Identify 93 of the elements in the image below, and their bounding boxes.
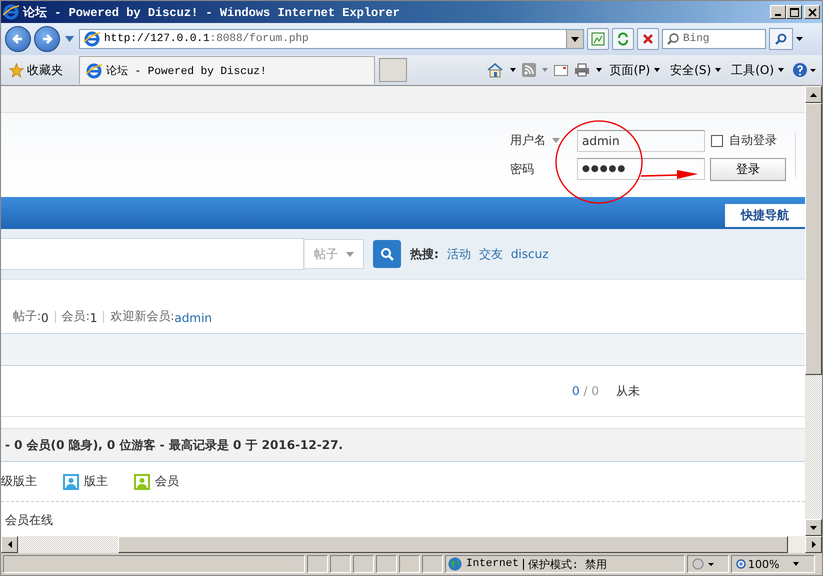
scroll-right-button[interactable]: [805, 536, 822, 553]
page-icon: [86, 62, 102, 78]
close-button[interactable]: [804, 5, 820, 19]
login-button[interactable]: 登录: [710, 158, 786, 180]
stat-text: 欢迎新会员:: [110, 308, 174, 325]
members-online-text: 会员在线: [4, 512, 54, 529]
post-count: 0 / 0: [572, 384, 600, 398]
forward-button[interactable]: [34, 26, 60, 52]
page-icon: [84, 31, 100, 47]
hot-search-link[interactable]: discuz: [510, 247, 549, 261]
address-dropdown-button[interactable]: [566, 30, 583, 48]
search-icon: [775, 33, 787, 45]
auto-login-checkbox[interactable]: 自动登录: [711, 132, 777, 149]
feed-dropdown-icon[interactable]: [542, 68, 548, 72]
caret-icon: [778, 68, 784, 72]
last-post-text: 从未: [616, 382, 640, 400]
caret-icon: [715, 68, 722, 72]
scroll-thumb[interactable]: [118, 536, 788, 553]
window-title: 论坛 - Powered by Discuz! - Windows Internet Explorer: [23, 4, 400, 20]
maximize-icon: [790, 8, 798, 16]
username-field[interactable]: admin: [577, 130, 705, 152]
menu-button[interactable]: 安全(S): [668, 62, 724, 78]
online-summary: - 0 会员(0 隐身), 0 位游客 - 最高记录是 0 于 2016-12-27.: [4, 436, 343, 454]
search-dropdown-icon[interactable]: [796, 37, 803, 41]
home-dropdown-icon[interactable]: [510, 68, 516, 72]
forum-search-field[interactable]: [1, 238, 304, 270]
stop-button[interactable]: [637, 28, 659, 50]
search-icon: [667, 33, 679, 45]
feed-icon[interactable]: [522, 63, 536, 77]
search-icon: [380, 247, 394, 261]
favorites-button[interactable]: 收藏夹: [5, 62, 67, 78]
compatibility-button[interactable]: [587, 28, 609, 50]
stat-value: 1: [90, 311, 98, 325]
zoom-icon: [736, 559, 746, 569]
quick-nav-button[interactable]: 快捷导航: [725, 204, 805, 227]
browser-tab[interactable]: 论坛 - Powered by Discuz!: [79, 56, 375, 84]
caret-icon: [654, 68, 660, 72]
hot-search-label: 热搜:: [410, 246, 439, 262]
protected-mode-text: 保护模式: 禁用: [528, 558, 608, 572]
username-dropdown-icon[interactable]: [552, 138, 560, 143]
stop-icon: [641, 32, 655, 46]
caret-icon: [793, 562, 800, 566]
scroll-down-button[interactable]: [805, 519, 822, 536]
search-button[interactable]: [373, 240, 401, 268]
home-icon[interactable]: [486, 62, 504, 78]
browser-logo-icon: [3, 4, 19, 20]
chart-page-icon: [591, 32, 605, 46]
stat-value: 0: [41, 311, 49, 325]
zone-text: Internet: [466, 558, 519, 570]
minimize-button[interactable]: [770, 5, 786, 19]
help-icon[interactable]: [792, 62, 816, 78]
right-arrow-icon: [812, 541, 816, 548]
password-label: 密码: [510, 160, 535, 178]
zoom-button[interactable]: 100%: [731, 555, 815, 573]
search-field[interactable]: Bing: [662, 29, 766, 49]
legend-label: 级版主: [1, 473, 37, 490]
arrow-annotation: [640, 170, 698, 179]
address-field[interactable]: http://127.0.0.1:8088/forum.php: [79, 29, 584, 49]
caret-icon: [571, 36, 579, 42]
mail-icon[interactable]: [554, 64, 568, 76]
scroll-up-button[interactable]: [805, 86, 822, 103]
back-button[interactable]: [5, 26, 31, 52]
vertical-scrollbar[interactable]: [805, 86, 822, 536]
up-arrow-icon: [810, 92, 817, 96]
password-field[interactable]: ●●●●●: [577, 158, 705, 180]
refresh-icon: [616, 32, 630, 46]
print-dropdown-icon[interactable]: [596, 68, 602, 72]
stat-text: 帖子:: [13, 308, 42, 325]
maximize-button[interactable]: [786, 5, 802, 19]
hot-search-link[interactable]: 活动: [446, 246, 471, 262]
search-button[interactable]: [769, 28, 793, 50]
menu-button[interactable]: 页面(P): [608, 62, 662, 78]
menu-button[interactable]: 工具(O): [729, 62, 786, 78]
username-label: 用户名: [510, 132, 547, 149]
down-arrow-icon: [810, 526, 817, 530]
close-icon: [808, 8, 816, 16]
stat-text: 会员:: [62, 308, 90, 325]
minimize-icon: [775, 14, 781, 16]
horizontal-scrollbar[interactable]: [1, 536, 822, 553]
legend-label: 版主: [84, 473, 108, 490]
legend-label: 会员: [155, 473, 179, 490]
new-member-link[interactable]: admin: [174, 311, 212, 325]
star-icon: [9, 62, 24, 78]
popup-blocker-button[interactable]: [687, 555, 729, 573]
history-dropdown-icon[interactable]: [65, 36, 74, 42]
refresh-button[interactable]: [612, 28, 634, 50]
print-icon[interactable]: [574, 63, 590, 77]
scroll-thumb[interactable]: [805, 103, 822, 375]
left-arrow-icon: [8, 541, 12, 548]
caret-icon: [346, 252, 354, 256]
hot-search-link[interactable]: 交友: [478, 246, 503, 262]
globe-icon: [448, 557, 462, 571]
scroll-left-button[interactable]: [1, 536, 18, 553]
